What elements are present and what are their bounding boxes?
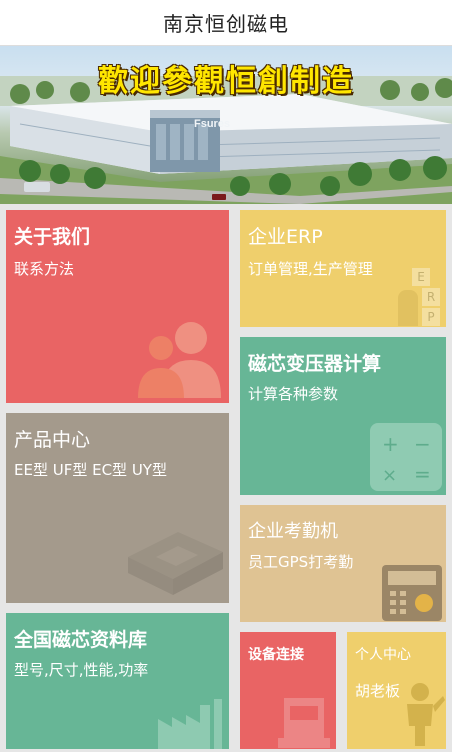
tile-title: 关于我们 xyxy=(14,226,91,248)
tile-transformer-calculator[interactable]: 磁芯变压器计算 计算各种参数 + − × = xyxy=(240,337,446,495)
tile-title: 企业ERP xyxy=(248,226,323,248)
tile-personal-center[interactable]: 个人中心 胡老板 xyxy=(347,632,446,749)
core-shape-icon xyxy=(128,532,223,595)
tile-title: 全国磁芯资料库 xyxy=(14,629,148,651)
svg-text:×: × xyxy=(382,465,397,486)
tile-title: 产品中心 xyxy=(14,429,91,451)
tile-core-database[interactable]: 全国磁芯资料库 型号,尺寸,性能,功率 xyxy=(6,613,229,749)
machine-icon xyxy=(278,698,330,748)
tile-attendance-machine[interactable]: 企业考勤机 员工GPS打考勤 xyxy=(240,505,446,622)
person-icon xyxy=(407,683,445,746)
page-title: 南京恒创磁电 xyxy=(163,12,289,36)
tile-title: 设备连接 xyxy=(248,647,304,663)
tile-enterprise-erp[interactable]: 企业ERP 订单管理,生产管理 E R P xyxy=(240,210,446,327)
tile-subtitle: 员工GPS打考勤 xyxy=(248,553,354,571)
building-sign: Fsures xyxy=(194,118,231,130)
tile-title: 企业考勤机 xyxy=(248,521,338,542)
tile-subtitle: 计算各种参数 xyxy=(248,385,339,403)
svg-text:+: + xyxy=(382,432,399,456)
tile-about-us[interactable]: 关于我们 联系方法 xyxy=(6,210,229,403)
tile-subtitle: 型号,尺寸,性能,功率 xyxy=(14,661,149,679)
contacts-icon xyxy=(138,322,221,398)
tile-subtitle: EE型 UF型 EC型 UY型 xyxy=(14,461,167,479)
banner-caption: 歡迎參觀恒創制造 xyxy=(98,64,354,99)
tile-subtitle: 胡老板 xyxy=(355,682,401,700)
banner-image[interactable]: 歡迎參觀恒創制造 Fsures xyxy=(0,46,452,204)
calculator-icon: + − × = xyxy=(370,423,442,491)
tile-title: 个人中心 xyxy=(355,647,411,663)
tile-subtitle: 订单管理,生产管理 xyxy=(248,260,373,278)
erp-blocks-icon: E R P xyxy=(398,268,442,326)
tile-product-center[interactable]: 产品中心 EE型 UF型 EC型 UY型 xyxy=(6,413,229,603)
app-header: 南京恒创磁电 xyxy=(0,0,452,46)
svg-text:=: = xyxy=(414,462,431,486)
tile-subtitle: 联系方法 xyxy=(14,260,75,278)
svg-text:−: − xyxy=(414,432,431,456)
tile-title: 磁芯变压器计算 xyxy=(248,353,382,375)
tile-device-connection[interactable]: 设备连接 xyxy=(240,632,336,749)
fingerprint-device-icon xyxy=(382,565,442,621)
factory-icon xyxy=(158,699,222,749)
